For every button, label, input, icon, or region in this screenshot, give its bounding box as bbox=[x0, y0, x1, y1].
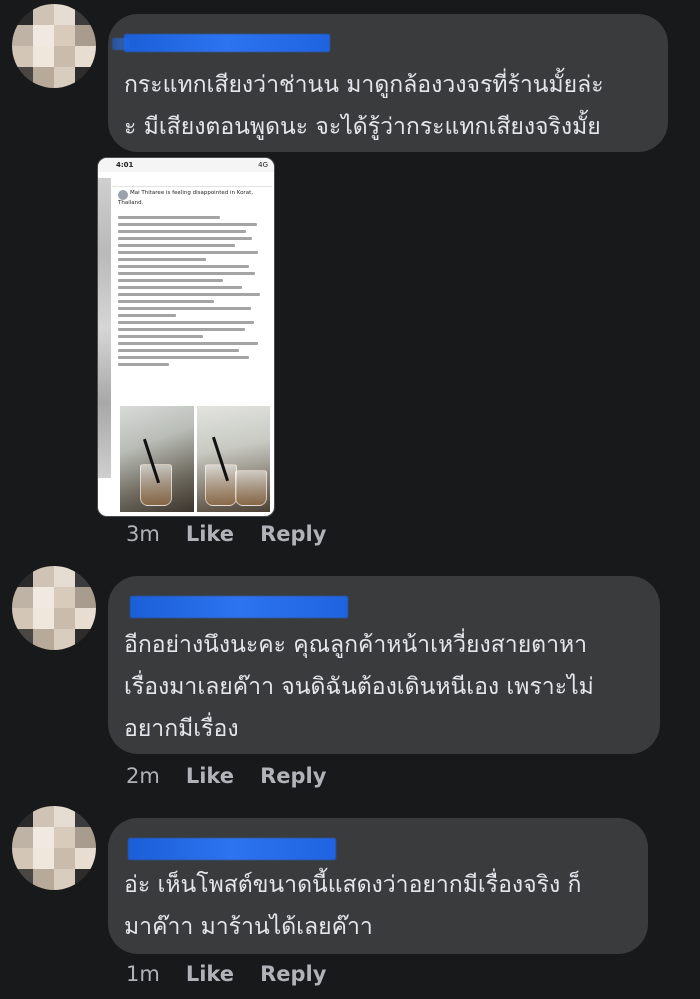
post-photos bbox=[120, 406, 270, 512]
phone-status-bar: 4:01 4G bbox=[98, 158, 274, 172]
comment-text-line: กระแทกเสียงว่าช่านน มาดูกล้องวงจรที่ร้าน… bbox=[124, 72, 604, 98]
comment-thread: กระแทกเสียงว่าช่านน มาดูกล้องวงจรที่ร้าน… bbox=[0, 0, 700, 999]
comment-timestamp[interactable]: 2m bbox=[126, 764, 160, 788]
avatar[interactable] bbox=[12, 806, 96, 890]
like-button[interactable]: Like bbox=[186, 764, 234, 788]
status-time: 4:01 bbox=[116, 161, 134, 169]
reply-button[interactable]: Reply bbox=[260, 764, 326, 788]
comment-text-line: มาค๊าา มาร้านได้เลยค๊าา bbox=[124, 914, 373, 940]
drink-photo bbox=[120, 406, 194, 512]
comment-actions: 1m Like Reply bbox=[126, 962, 326, 986]
reply-button[interactable]: Reply bbox=[260, 522, 326, 546]
post-header-bar bbox=[112, 174, 272, 187]
commenter-name-redacted[interactable] bbox=[130, 596, 348, 618]
avatar[interactable] bbox=[12, 4, 96, 88]
comment-text-line: อ่ะ เห็นโพสต์ขนาดนี้แสดงว่าอยากมีเรื่องจ… bbox=[124, 872, 582, 898]
post-author-avatar bbox=[118, 190, 128, 200]
avatar[interactable] bbox=[12, 566, 96, 650]
comment-text-line: เรื่องมาเลยค๊าา จนดิฉันต้องเดินหนีเอง เพ… bbox=[124, 674, 594, 700]
commenter-name-redacted bbox=[112, 38, 130, 50]
reply-button[interactable]: Reply bbox=[260, 962, 326, 986]
post-author-line: Mai Thitaree is feeling disappointed in … bbox=[118, 190, 253, 206]
post-author: Mai Thitaree is feeling disappointed in … bbox=[118, 190, 268, 207]
attached-screenshot[interactable]: 4:01 4G Mai Thitaree is feeling disappoi… bbox=[97, 157, 275, 517]
comment-actions: 2m Like Reply bbox=[126, 764, 326, 788]
commenter-name-redacted[interactable] bbox=[124, 34, 330, 52]
status-signal: 4G bbox=[258, 161, 268, 169]
drink-photo bbox=[196, 406, 270, 512]
comment-timestamp[interactable]: 3m bbox=[126, 522, 160, 546]
like-button[interactable]: Like bbox=[186, 962, 234, 986]
comment-actions: 3m Like Reply bbox=[126, 522, 326, 546]
post-body-text bbox=[118, 216, 264, 370]
commenter-name-redacted[interactable] bbox=[128, 838, 336, 860]
comment-text-line: อยากมีเรื่อง bbox=[124, 716, 239, 742]
image-edge-strip bbox=[98, 178, 111, 478]
comment-timestamp[interactable]: 1m bbox=[126, 962, 160, 986]
comment-text-line: อีกอย่างนึงนะคะ คุณลูกค้าหน้าเหวี่ยงสายต… bbox=[124, 632, 588, 658]
comment-text-line: ะ มีเสียงตอนพูดนะ จะได้รู้ว่ากระแทกเสียง… bbox=[124, 114, 601, 140]
like-button[interactable]: Like bbox=[186, 522, 234, 546]
